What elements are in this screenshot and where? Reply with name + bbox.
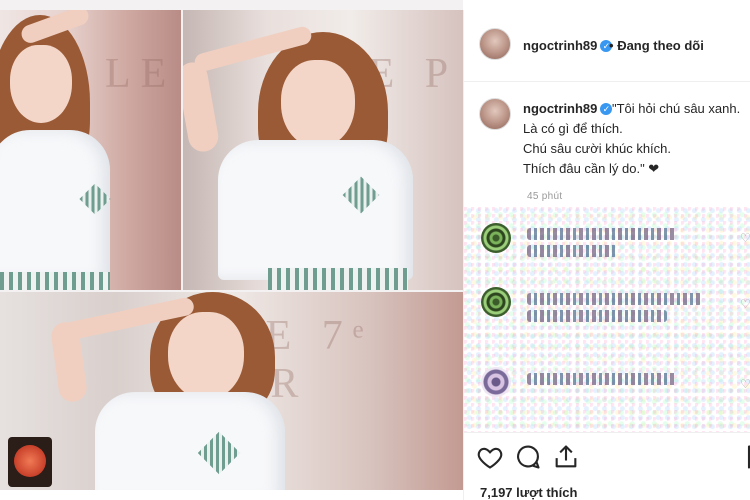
share-icon[interactable] xyxy=(552,443,580,471)
caption-line: Chú sâu cười khúc khích. xyxy=(523,141,672,156)
post-author-username[interactable]: ngoctrinh89 ✓ xyxy=(523,38,613,53)
post-panel: ngoctrinh89✓ • Đang theo dõi ⋮ ngoctrinh… xyxy=(463,10,750,500)
photo-top-right: LE P xyxy=(183,10,463,290)
post-caption: ngoctrinh89 ✓ "Tôi hỏi chú sâu xanh. Là c… xyxy=(464,82,750,207)
post-header: ngoctrinh89✓ • Đang theo dõi ⋮ xyxy=(464,10,750,82)
comment-icon[interactable] xyxy=(514,443,542,471)
separator-dot: • xyxy=(609,38,614,53)
comments-list[interactable]: ♡ ♡ ♡ xyxy=(464,207,750,432)
comment-text-obscured xyxy=(527,310,667,322)
comment-like-heart-icon[interactable]: ♡ xyxy=(740,297,750,311)
caption-line: "Tôi hỏi chú sâu xanh. xyxy=(612,101,741,116)
comment-text-obscured xyxy=(527,245,617,257)
post-actions: 7,197 lượt thích xyxy=(464,432,750,500)
like-count[interactable]: 7,197 lượt thích xyxy=(480,485,577,500)
heart-icon[interactable] xyxy=(476,443,504,471)
photo-collage: LE LE P LE 7ᵉ AR xyxy=(0,0,463,490)
photo-bottom: LE 7ᵉ AR xyxy=(0,292,463,490)
photo-top-left: LE xyxy=(0,10,181,290)
comment-avatar[interactable] xyxy=(481,223,511,253)
follow-status[interactable]: • Đang theo dõi xyxy=(609,38,704,53)
caption-line: Là có gì để thích. xyxy=(523,121,623,136)
caption-avatar[interactable] xyxy=(479,98,511,130)
post-timestamp[interactable]: 45 phút xyxy=(527,191,562,202)
caption-line: Thích đâu cần lý do." ❤ xyxy=(523,161,660,176)
caption-username[interactable]: ngoctrinh89 ✓ xyxy=(523,101,613,116)
user-avatar[interactable] xyxy=(479,28,511,60)
comment-text-obscured xyxy=(527,228,677,240)
comment-text-obscured xyxy=(527,373,677,385)
comment-avatar[interactable] xyxy=(481,367,511,397)
comment-like-heart-icon[interactable]: ♡ xyxy=(740,377,750,391)
caption-username-text[interactable]: ngoctrinh89 xyxy=(523,101,597,116)
bookmark-icon[interactable] xyxy=(742,443,750,471)
verified-badge-icon: ✓ xyxy=(600,103,613,115)
comment-avatar[interactable] xyxy=(481,287,511,317)
follow-status-label[interactable]: Đang theo dõi xyxy=(617,38,704,53)
username-text[interactable]: ngoctrinh89 xyxy=(523,38,597,53)
comment-text-obscured xyxy=(527,293,702,305)
comment-like-heart-icon[interactable]: ♡ xyxy=(740,231,750,245)
